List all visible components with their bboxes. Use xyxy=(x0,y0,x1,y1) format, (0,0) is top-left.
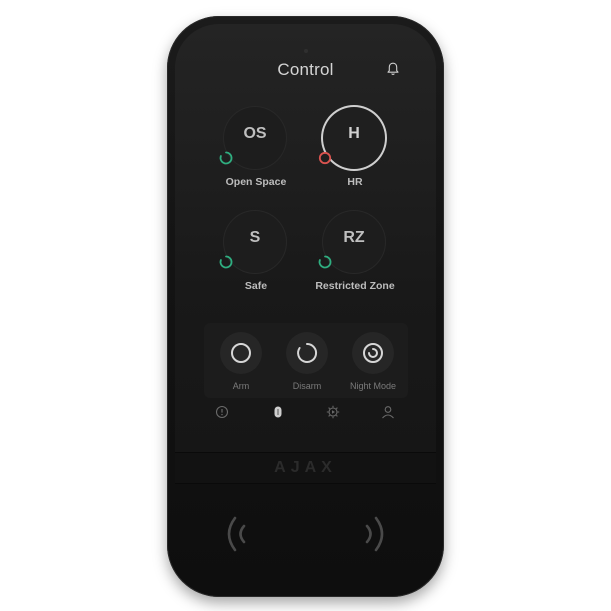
brand-logo: AJAX xyxy=(274,459,337,476)
arm-icon xyxy=(231,343,251,363)
arm-button-circle xyxy=(220,332,262,374)
scenarios-icon[interactable] xyxy=(325,404,341,420)
armed-status-icon xyxy=(318,255,332,269)
group-label: Restricted Zone xyxy=(315,280,395,292)
screen-title: Control xyxy=(277,60,334,79)
arm-button[interactable]: Arm xyxy=(208,323,272,398)
contactless-left-icon xyxy=(227,516,246,552)
bottom-nav xyxy=(204,402,408,422)
sensor-dot xyxy=(304,49,308,53)
security-actions-panel: Arm Disarm Night Mode xyxy=(204,323,408,398)
group-abbr: S xyxy=(249,229,261,246)
contactless-right-icon xyxy=(365,516,384,552)
armed-status-icon xyxy=(219,255,233,269)
disarmed-status-icon xyxy=(318,151,332,165)
armed-status-icon xyxy=(219,151,233,165)
group-label: HR xyxy=(347,176,363,188)
group-abbr: OS xyxy=(243,125,267,142)
night-mode-button[interactable]: Night Mode xyxy=(340,323,404,398)
brand-strip: AJAX xyxy=(175,452,436,484)
night-mode-icon xyxy=(363,343,383,363)
alarm-icon[interactable] xyxy=(214,404,230,420)
group-abbr: H xyxy=(348,125,360,142)
group-tile-restricted-zone[interactable]: RZ Restricted Zone xyxy=(300,211,410,311)
disarm-button-circle xyxy=(286,332,328,374)
disarm-button[interactable]: Disarm xyxy=(274,323,338,398)
group-tile-safe[interactable]: S Safe xyxy=(201,211,311,311)
disarm-icon xyxy=(297,342,318,363)
bell-icon[interactable] xyxy=(385,61,401,77)
night-mode-label: Night Mode xyxy=(349,381,397,391)
group-abbr: RZ xyxy=(343,229,365,246)
stage: Control OS Open Space H HR S Safe RZ Res… xyxy=(0,0,611,611)
groups-icon[interactable] xyxy=(270,404,286,420)
group-tile-hr[interactable]: H HR xyxy=(300,107,410,207)
night-mode-button-circle xyxy=(352,332,394,374)
group-tile-open-space[interactable]: OS Open Space xyxy=(201,107,311,207)
user-icon[interactable] xyxy=(380,404,396,420)
